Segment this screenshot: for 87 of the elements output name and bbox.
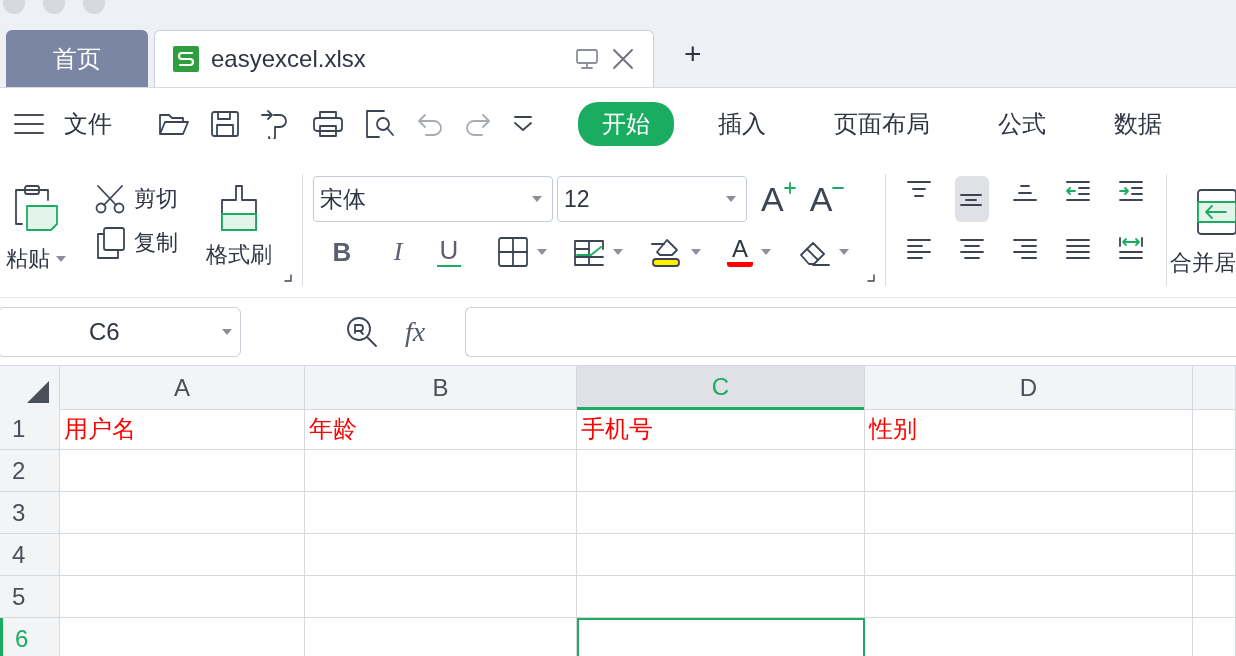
zoom-search-icon[interactable]: [345, 314, 379, 349]
new-tab-button[interactable]: +: [684, 36, 702, 71]
underline-button[interactable]: U: [437, 237, 461, 267]
caret-icon[interactable]: [761, 249, 771, 255]
dialog-launcher-icon[interactable]: [867, 274, 875, 282]
shrink-font-button[interactable]: A: [809, 182, 845, 216]
caret-icon[interactable]: [839, 249, 849, 255]
select-all-icon[interactable]: [27, 381, 49, 403]
font-size-select[interactable]: 12: [557, 176, 747, 222]
formula-input[interactable]: [465, 306, 1236, 357]
clipboard-icon[interactable]: [12, 184, 60, 232]
row-header[interactable]: 1: [0, 408, 60, 450]
font-color-button[interactable]: A: [727, 237, 753, 267]
caret-icon[interactable]: [726, 196, 736, 202]
save-icon[interactable]: [210, 110, 240, 138]
grow-font-button[interactable]: A: [761, 182, 796, 216]
empty-cell[interactable]: [1193, 576, 1236, 618]
paintbrush-icon[interactable]: [219, 184, 259, 232]
empty-cell[interactable]: [1193, 450, 1236, 492]
close-icon[interactable]: [611, 47, 635, 71]
align-middle-button[interactable]: [955, 176, 989, 222]
print-preview-icon[interactable]: [364, 109, 396, 139]
empty-cell[interactable]: [305, 492, 577, 534]
caret-icon[interactable]: [56, 256, 66, 262]
redo-icon[interactable]: [464, 111, 492, 137]
scissors-icon[interactable]: [94, 184, 126, 214]
undo-icon[interactable]: [416, 111, 444, 137]
spreadsheet-icon: [173, 46, 199, 72]
file-tab[interactable]: easyexcel.xlsx: [154, 30, 654, 87]
copy-icon[interactable]: [94, 226, 126, 260]
format-painter-label[interactable]: 格式刷: [206, 240, 272, 270]
fill-color-icon[interactable]: [649, 236, 683, 268]
empty-cell[interactable]: [577, 534, 865, 576]
table-cell: 年龄: [305, 408, 577, 450]
empty-cell[interactable]: [865, 492, 1193, 534]
plus-icon: [783, 182, 796, 194]
empty-cell[interactable]: [1193, 534, 1236, 576]
home-tab[interactable]: 首页: [6, 30, 148, 87]
table-cell: 手机号: [577, 408, 865, 450]
cut-label[interactable]: 剪切: [134, 184, 178, 214]
merge-cells-icon[interactable]: [1196, 188, 1236, 236]
menu-icon[interactable]: [14, 113, 44, 135]
caret-icon[interactable]: [537, 249, 547, 255]
caret-icon[interactable]: [691, 249, 701, 255]
caret-icon[interactable]: [532, 196, 542, 202]
bold-button[interactable]: B: [325, 239, 359, 265]
row-header[interactable]: 3: [0, 492, 60, 534]
fx-label[interactable]: fx: [405, 315, 426, 348]
caret-icon[interactable]: [222, 328, 232, 335]
empty-cell[interactable]: [1193, 408, 1236, 450]
column-header[interactable]: B: [305, 366, 577, 410]
empty-cell[interactable]: [577, 450, 865, 492]
empty-cell[interactable]: [865, 450, 1193, 492]
table-style-icon[interactable]: [573, 237, 605, 267]
empty-cell[interactable]: [305, 576, 577, 618]
paste-button[interactable]: 粘贴: [6, 244, 66, 274]
file-menu[interactable]: 文件: [64, 108, 112, 140]
copy-label[interactable]: 复制: [134, 228, 178, 258]
ribbon-tab[interactable]: 公式: [974, 102, 1070, 146]
row-header[interactable]: 5: [0, 576, 60, 618]
italic-button[interactable]: I: [381, 239, 415, 265]
caret-icon[interactable]: [613, 249, 623, 255]
empty-cell[interactable]: [865, 576, 1193, 618]
empty-cell[interactable]: [1193, 492, 1236, 534]
row-header[interactable]: 4: [0, 534, 60, 576]
merge-center-label[interactable]: 合并居: [1170, 248, 1236, 278]
column-header[interactable]: A: [60, 366, 305, 410]
dialog-launcher-icon[interactable]: [284, 274, 292, 282]
ribbon-tab[interactable]: 插入: [694, 102, 790, 146]
empty-cell[interactable]: [577, 492, 865, 534]
chevron-down-icon[interactable]: [512, 114, 534, 134]
ribbon-tab[interactable]: 页面布局: [810, 102, 954, 146]
empty-cell[interactable]: [865, 534, 1193, 576]
table-cell: 性别: [865, 408, 1193, 450]
empty-cell[interactable]: [305, 534, 577, 576]
row-header[interactable]: 2: [0, 450, 60, 492]
empty-cell[interactable]: [305, 450, 577, 492]
table-cell: 用户名: [60, 408, 305, 450]
column-header[interactable]: D: [865, 366, 1193, 410]
empty-cell[interactable]: [577, 576, 865, 618]
open-folder-icon[interactable]: [158, 111, 190, 137]
print-icon[interactable]: [312, 110, 344, 138]
monitor-icon[interactable]: [575, 48, 599, 70]
font-select[interactable]: 宋体: [313, 176, 553, 222]
borders-icon[interactable]: [497, 236, 529, 268]
active-cell[interactable]: [577, 618, 865, 656]
ribbon-tab[interactable]: 数据: [1090, 102, 1186, 146]
